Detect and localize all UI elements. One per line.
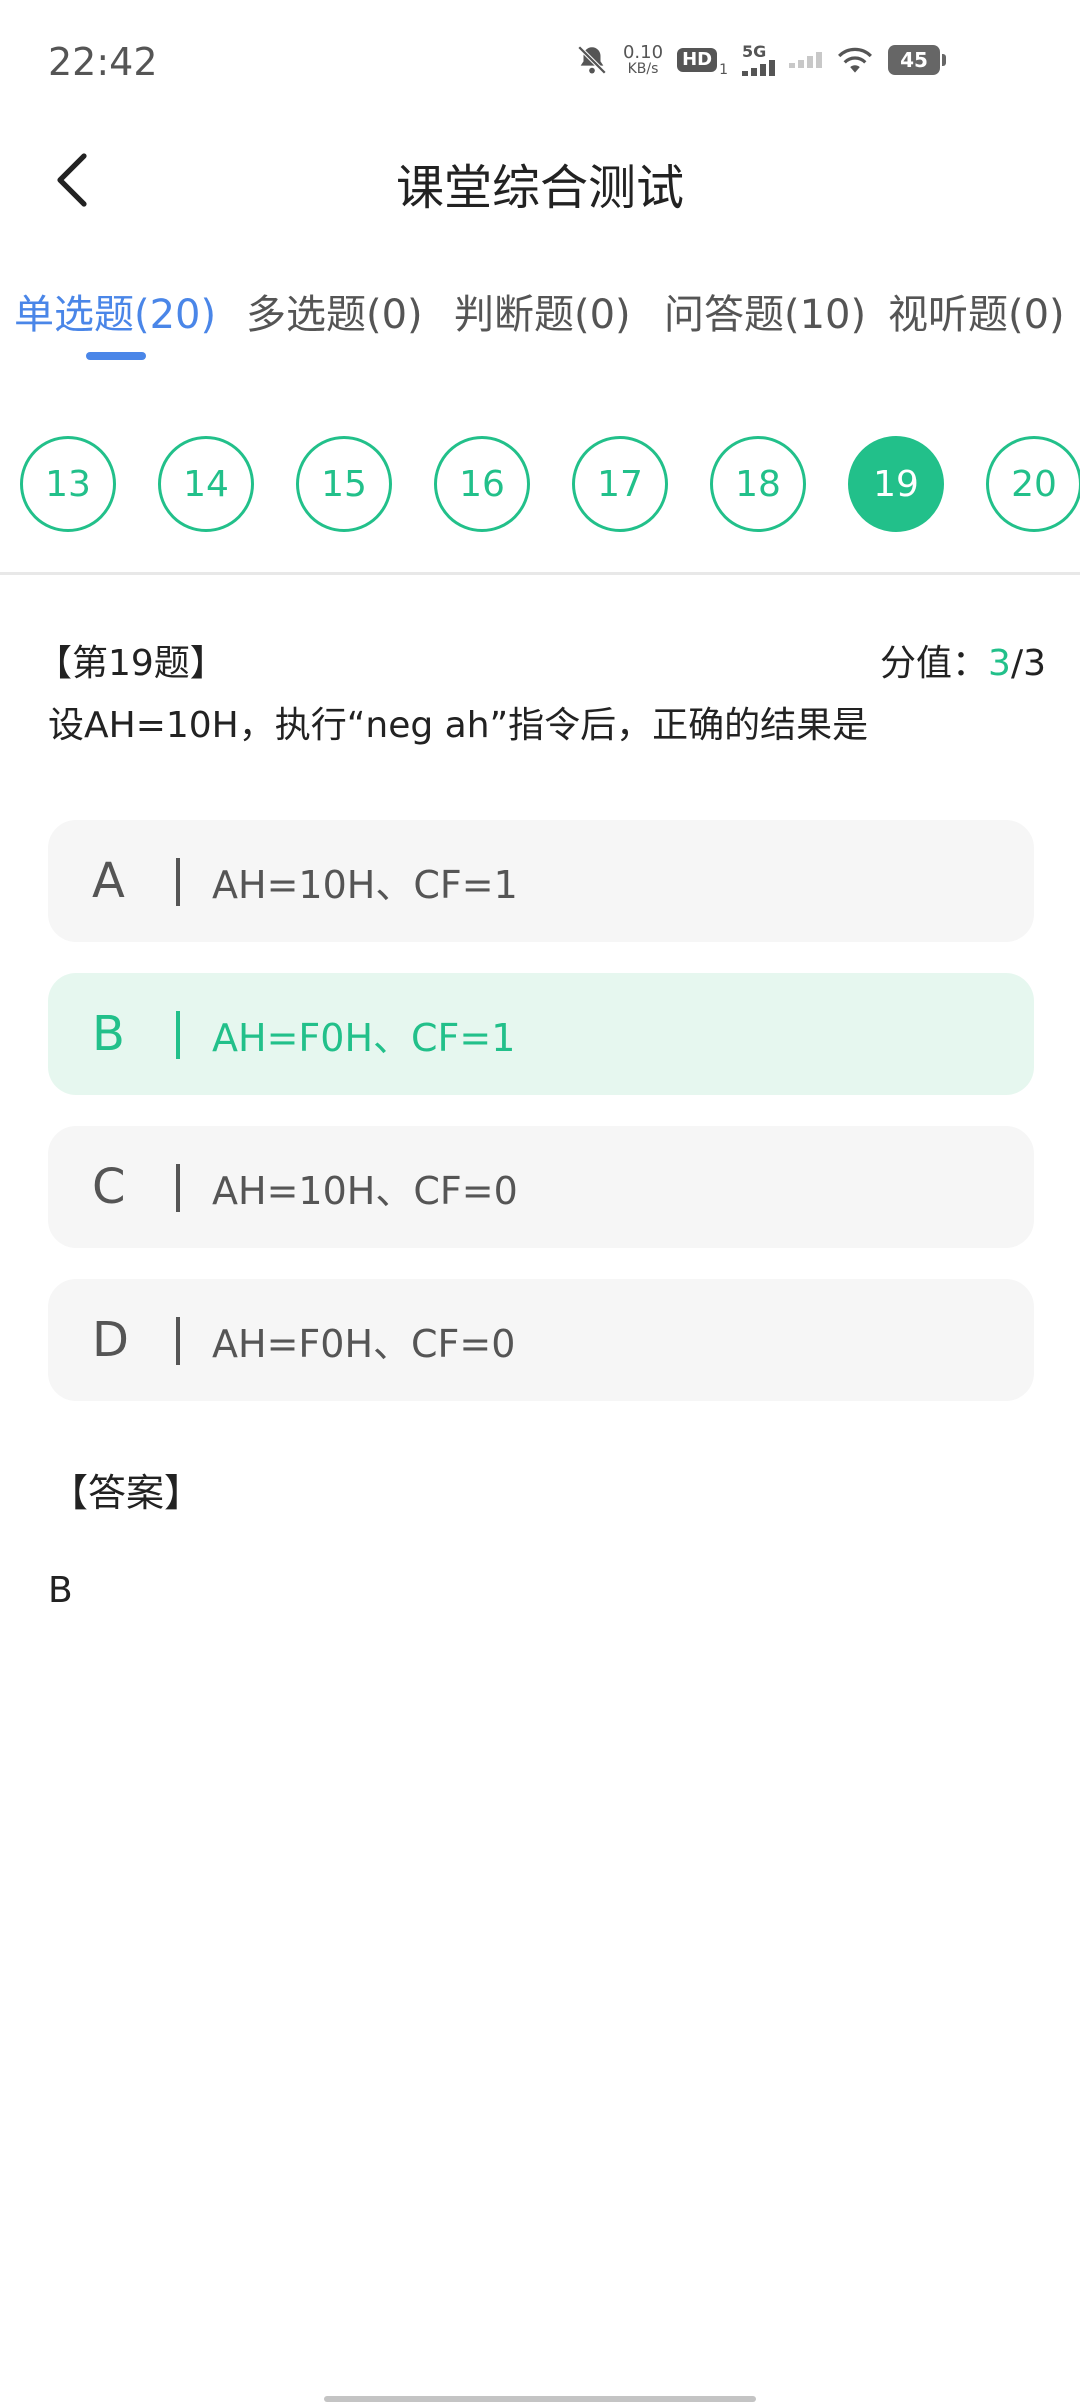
score-total: /3 <box>1010 643 1046 684</box>
active-tab-indicator <box>86 352 146 360</box>
question-number-17[interactable]: 17 <box>572 436 668 532</box>
net-speed-unit: KB/s <box>627 61 659 77</box>
option-text: AH=F0H、CF=1 <box>212 1015 516 1060</box>
option-letter: D <box>92 1312 129 1368</box>
option-a[interactable]: A AH=10H、CF=1 <box>48 820 1034 942</box>
header: 课堂综合测试 <box>0 130 1080 230</box>
question-number-16[interactable]: 16 <box>434 436 530 532</box>
option-separator <box>176 1011 180 1059</box>
hd-icon: HD 1 <box>677 42 728 78</box>
bell-muted-icon <box>575 42 609 78</box>
option-letter: A <box>92 853 125 909</box>
option-text: AH=10H、CF=0 <box>212 1168 518 1213</box>
net-speed: 0.10 KB/s <box>622 42 664 77</box>
question-number-19[interactable]: 19 <box>848 436 944 532</box>
option-text: AH=F0H、CF=0 <box>212 1321 516 1366</box>
question-number-14[interactable]: 14 <box>158 436 254 532</box>
option-letter: C <box>92 1159 126 1215</box>
battery-level: 45 <box>900 48 928 72</box>
answer-label: 【答案】 <box>50 1471 203 1515</box>
net-speed-value: 0.10 <box>622 42 664 63</box>
option-separator <box>176 1317 180 1365</box>
question-number-row: 13 14 15 16 17 18 19 20 <box>0 436 1080 536</box>
status-bar: 22:42 0.10 KB/s HD 1 5G 45 <box>0 0 1080 130</box>
answer-value: B <box>48 1570 73 1611</box>
divider <box>0 572 1080 575</box>
question-number-18[interactable]: 18 <box>710 436 806 532</box>
option-separator <box>176 1164 180 1212</box>
tab-multiple-choice[interactable]: 多选题(0) <box>246 282 423 340</box>
question-number-15[interactable]: 15 <box>296 436 392 532</box>
score-got: 3 <box>988 643 1011 684</box>
hd-badge: HD <box>677 48 718 72</box>
option-separator <box>176 858 180 906</box>
status-time: 22:42 <box>48 40 158 84</box>
question-label: 【第19题】 <box>36 643 226 684</box>
option-text: AH=10H、CF=1 <box>212 862 518 907</box>
option-c[interactable]: C AH=10H、CF=0 <box>48 1126 1034 1248</box>
tab-short-answer[interactable]: 问答题(10) <box>664 282 866 340</box>
option-b[interactable]: B AH=F0H、CF=1 <box>48 973 1034 1095</box>
status-icons: 0.10 KB/s HD 1 5G 45 <box>575 42 946 78</box>
tab-audio-visual[interactable]: 视听题(0) <box>888 282 1065 340</box>
page-title: 课堂综合测试 <box>395 160 684 216</box>
option-d[interactable]: D AH=F0H、CF=0 <box>48 1279 1034 1401</box>
score-prefix: 分值： <box>880 643 989 684</box>
network-type: 5G <box>742 42 767 61</box>
question-text: 设AH=10H，执行“neg ah”指令后，正确的结果是 <box>48 705 869 746</box>
tab-single-choice[interactable]: 单选题(20) <box>14 282 216 340</box>
question-type-tabs: 单选题(20) 多选题(0) 判断题(0) 问答题(10) 视听题(0) <box>0 282 1080 362</box>
question-score: 分值：3/3 <box>880 634 1046 686</box>
tab-true-false[interactable]: 判断题(0) <box>454 282 631 340</box>
option-letter: B <box>92 1006 125 1062</box>
signal-5g-icon: 5G <box>742 44 775 76</box>
question-number-13[interactable]: 13 <box>20 436 116 532</box>
hd-sub: 1 <box>719 62 728 78</box>
signal-icon <box>789 42 822 78</box>
question-number-20[interactable]: 20 <box>986 436 1080 532</box>
wifi-icon <box>836 42 874 78</box>
home-indicator[interactable] <box>324 2396 756 2402</box>
battery-icon: 45 <box>888 45 946 75</box>
